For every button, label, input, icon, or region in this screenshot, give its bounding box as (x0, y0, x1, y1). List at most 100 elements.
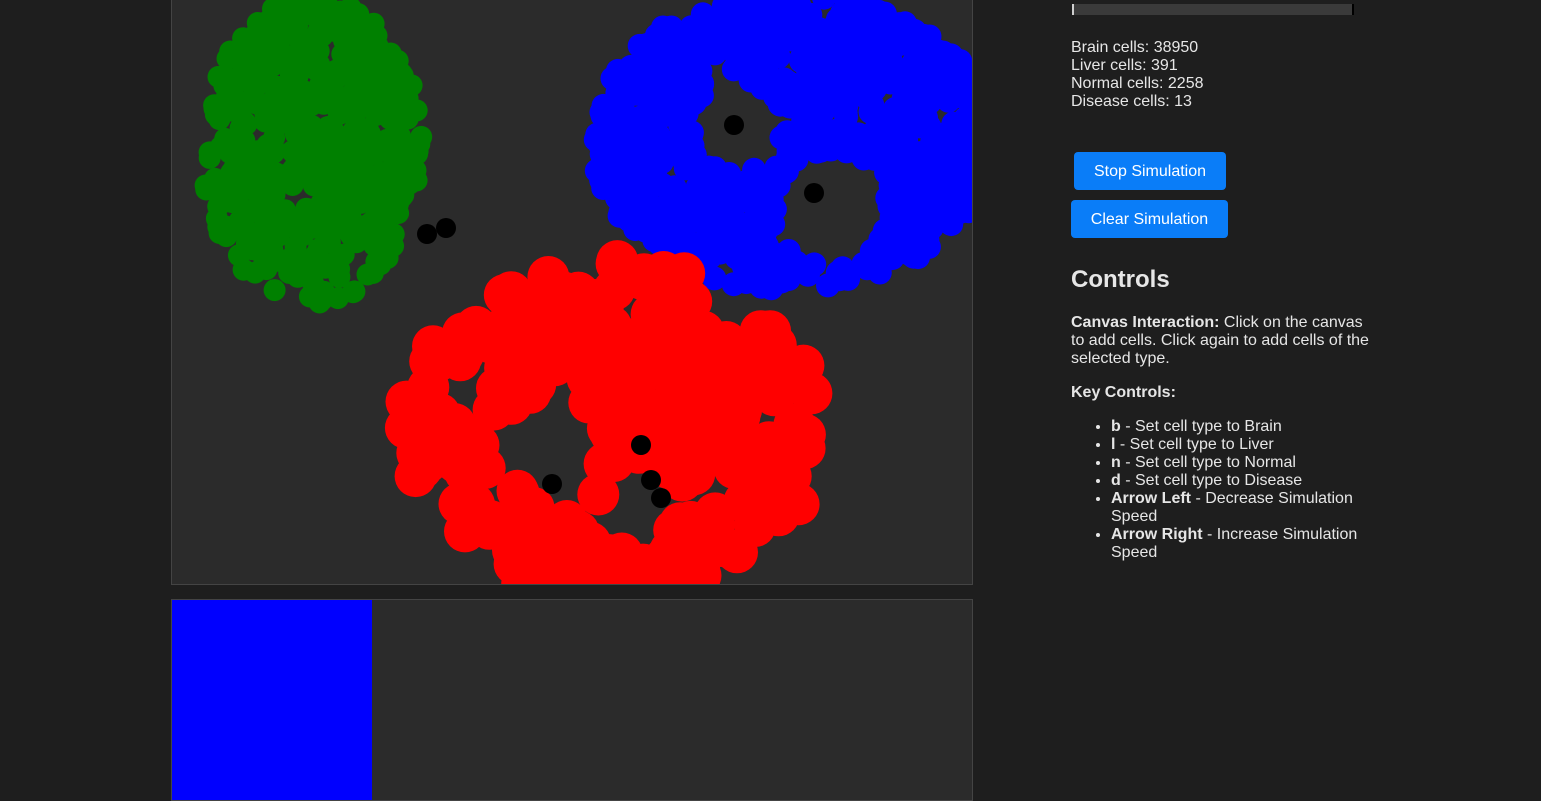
brain-cell (715, 6, 739, 30)
liver-cell (409, 340, 451, 382)
brain-cell (792, 3, 816, 27)
brain-cell (615, 116, 639, 140)
normal-cell (209, 222, 231, 244)
brain-cell (591, 176, 615, 200)
normal-cell (274, 199, 296, 221)
controls-heading: Controls (1071, 266, 1170, 294)
normal-cell (219, 100, 241, 122)
brain-cell (893, 219, 917, 243)
brain-cell (742, 158, 766, 182)
liver-cell (572, 338, 614, 380)
normal-cell (293, 0, 315, 21)
normal-cell (331, 164, 353, 186)
disease-cell (631, 435, 651, 455)
normal-cell (229, 70, 251, 92)
brain-cell (812, 86, 836, 110)
brain-cell (716, 33, 740, 57)
brain-cell (895, 187, 919, 211)
brain-cell (663, 175, 687, 199)
key-controls-list: b - Set cell type to Brain l - Set cell … (1071, 418, 1376, 562)
liver-cell (448, 423, 490, 465)
disease-cell (804, 183, 824, 203)
brain-cell (663, 39, 687, 63)
key-control-item: d - Set cell type to Disease (1111, 472, 1376, 490)
brain-cell (835, 80, 859, 104)
brain-cell (673, 197, 697, 221)
key-name: b (1111, 418, 1121, 435)
key-controls-heading: Key Controls: (1071, 384, 1176, 402)
normal-cell (315, 231, 337, 253)
brain-cell (873, 27, 897, 51)
simulation-canvas[interactable] (171, 0, 973, 585)
brain-cell (914, 106, 938, 130)
normal-cell (395, 140, 417, 162)
normal-cell (254, 17, 276, 39)
brain-cell (752, 33, 776, 57)
key-control-item: n - Set cell type to Normal (1111, 454, 1376, 472)
normal-cell (371, 162, 393, 184)
normal-cell (390, 95, 412, 117)
normal-cell (388, 65, 410, 87)
liver-cell (670, 501, 712, 543)
brain-cell (937, 89, 961, 113)
simulation-speed-slider[interactable] (1072, 4, 1354, 15)
normal-cell (242, 40, 264, 62)
disease-cell (641, 470, 661, 490)
brain-cell (681, 134, 705, 158)
normal-cell (263, 178, 285, 200)
normal-cell (322, 131, 344, 153)
brain-cell (703, 199, 727, 223)
liver-cell (412, 414, 454, 456)
normal-cell (360, 212, 382, 234)
disease-cell (542, 474, 562, 494)
brain-cell (739, 69, 763, 93)
disease-cell-count: Disease cells: 13 (1071, 93, 1204, 111)
normal-cell (263, 127, 285, 149)
normal-cell (292, 249, 314, 271)
brain-cell (867, 6, 891, 30)
brain-cell (594, 120, 618, 144)
normal-cell (199, 147, 221, 169)
key-name: n (1111, 454, 1121, 471)
brain-cell (763, 162, 787, 186)
normal-cell (285, 123, 307, 145)
liver-cell (486, 506, 528, 548)
key-description: - Set cell type to Brain (1121, 418, 1282, 435)
disease-cell (651, 488, 671, 508)
liver-cell (386, 381, 428, 423)
brain-cell (703, 165, 727, 189)
brain-cell-count: Brain cells: 38950 (1071, 39, 1204, 57)
normal-cell (336, 62, 358, 84)
brain-cell (842, 35, 866, 59)
brain-cell (775, 120, 799, 144)
liver-cell (491, 349, 533, 391)
selected-type-swatch[interactable] (172, 600, 372, 800)
normal-cell (329, 100, 351, 122)
normal-cell (313, 281, 335, 303)
normal-cell (347, 3, 369, 25)
normal-cell (262, 105, 284, 127)
key-name: Arrow Right (1111, 526, 1203, 543)
brain-cell (626, 211, 650, 235)
normal-cell (265, 76, 287, 98)
brain-cell (678, 68, 702, 92)
liver-cell (616, 358, 658, 400)
liver-cell (577, 474, 619, 516)
key-description: - Set cell type to Liver (1115, 436, 1273, 453)
clear-simulation-button[interactable]: Clear Simulation (1071, 200, 1228, 238)
liver-cell (723, 434, 765, 476)
key-name: Arrow Left (1111, 490, 1191, 507)
liver-cell (473, 389, 515, 431)
normal-cell (238, 169, 260, 191)
liver-cell-count: Liver cells: 391 (1071, 57, 1204, 75)
normal-cell (299, 91, 321, 113)
liver-cell (455, 306, 497, 348)
liver-cell (625, 316, 667, 358)
disease-cell (436, 218, 456, 238)
brain-cell (902, 50, 926, 74)
brain-cell (630, 75, 654, 99)
stop-simulation-button[interactable]: Stop Simulation (1074, 152, 1226, 190)
brain-cell (628, 34, 652, 58)
brain-cell (668, 112, 692, 136)
key-control-item: b - Set cell type to Brain (1111, 418, 1376, 436)
